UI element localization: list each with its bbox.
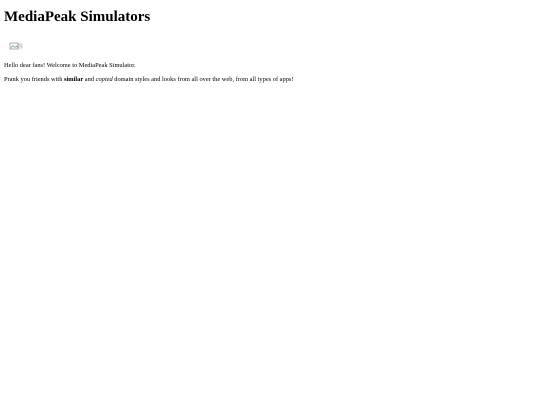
prank-middle: and (83, 76, 96, 83)
prank-bold-word: similar (64, 76, 84, 83)
greeting-text: Hello dear fans! Welcome to MediaPeak Si… (4, 62, 136, 69)
page-title: MediaPeak Simulators (4, 9, 151, 25)
prank-suffix: domain styles and looks from all over th… (112, 76, 294, 83)
page: MediaPeak Simulators Hello dear fans! We… (0, 0, 540, 405)
prank-prefix: Prank you friends with (4, 76, 64, 83)
prank-italic-word: copied (95, 76, 113, 83)
prank-text: Prank you friends with similar and copie… (4, 75, 536, 84)
broken-image-icon (9, 42, 23, 50)
logo-container (9, 38, 536, 50)
